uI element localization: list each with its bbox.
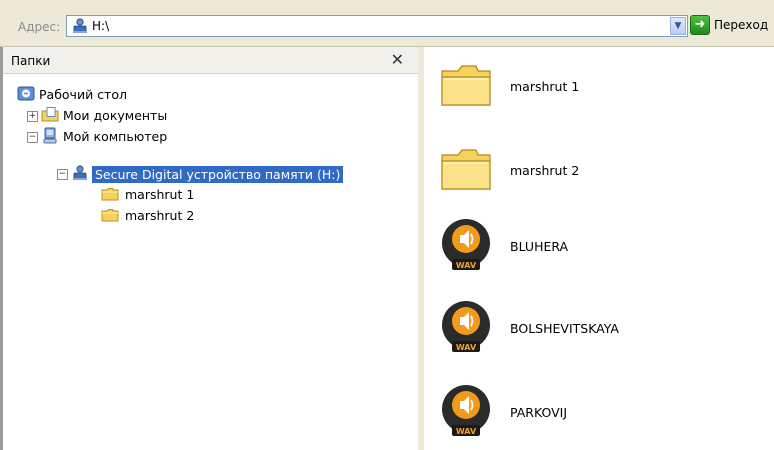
- removable-drive-icon: [73, 18, 87, 33]
- file-item-marshrut-1[interactable]: marshrut 1: [438, 57, 768, 117]
- tree-item-my-documents[interactable]: + Мои документы: [27, 106, 397, 126]
- tree-item-label: Рабочий стол: [39, 87, 127, 102]
- file-name: marshrut 2: [510, 163, 580, 178]
- folder-icon: [441, 65, 491, 106]
- tree-item-label: Secure Digital устройство памяти (H:): [92, 166, 344, 183]
- file-item-marshrut-2[interactable]: marshrut 2: [438, 141, 768, 201]
- tree-item-marshrut-2[interactable]: marshrut 2: [101, 206, 381, 226]
- wav-audio-icon: WAV: [442, 385, 490, 436]
- chevron-down-icon: ▼: [674, 21, 682, 31]
- address-dropdown-button[interactable]: ▼: [670, 17, 686, 35]
- folders-pane: Папки ✕ Рабочий стол + Мои документы − М…: [0, 47, 418, 450]
- file-item-bolshevitskaya[interactable]: WAV BOLSHEVITSKAYA: [438, 299, 768, 359]
- wav-badge: WAV: [456, 427, 477, 436]
- tree-item-my-computer[interactable]: − Мой компьютер: [27, 127, 397, 147]
- address-label: Адрес:: [18, 20, 61, 34]
- file-name: PARKOVIJ: [510, 405, 568, 420]
- address-input[interactable]: H:\ ▼: [66, 15, 688, 37]
- wav-audio-icon: WAV: [442, 219, 490, 270]
- folders-pane-header: Папки ✕: [3, 47, 418, 74]
- wav-audio-icon: WAV: [442, 301, 490, 352]
- folder-icon: [441, 149, 491, 190]
- go-button[interactable]: ➜ Переход: [690, 15, 774, 37]
- folder-icon: [101, 188, 119, 201]
- desktop-icon: [17, 86, 35, 101]
- expand-icon[interactable]: +: [27, 111, 38, 122]
- tree-item-label: Мой компьютер: [63, 129, 168, 144]
- collapse-icon[interactable]: −: [57, 169, 68, 180]
- documents-folder-icon: [41, 107, 59, 122]
- collapse-icon[interactable]: −: [27, 132, 38, 143]
- file-name: marshrut 1: [510, 79, 580, 94]
- tree-item-sd-drive[interactable]: − Secure Digital устройство памяти (H:): [57, 164, 397, 184]
- folder-icon: [101, 209, 119, 222]
- tree-item-desktop[interactable]: Рабочий стол: [17, 85, 397, 105]
- file-name: BOLSHEVITSKAYA: [510, 321, 619, 336]
- files-pane: marshrut 1 marshrut 2 WAV BLUHERA WAV BO…: [424, 47, 774, 450]
- address-path: H:\: [92, 19, 110, 33]
- wav-badge: WAV: [456, 261, 477, 270]
- tree-item-label: Мои документы: [63, 108, 168, 123]
- tree-item-marshrut-1[interactable]: marshrut 1: [101, 185, 381, 205]
- file-item-bluhera[interactable]: WAV BLUHERA: [438, 217, 768, 277]
- tree-item-label: marshrut 1: [125, 187, 195, 202]
- wav-badge: WAV: [456, 343, 477, 352]
- tree-item-label: marshrut 2: [125, 208, 195, 223]
- close-icon[interactable]: ✕: [391, 50, 404, 69]
- file-item-parkovij[interactable]: WAV PARKOVIJ: [438, 383, 768, 443]
- go-label: Переход: [714, 18, 769, 32]
- folders-pane-title: Папки: [11, 54, 51, 68]
- go-arrow-icon: ➜: [690, 15, 710, 35]
- file-name: BLUHERA: [510, 239, 569, 254]
- computer-icon: [43, 127, 57, 144]
- removable-drive-icon: [73, 165, 87, 180]
- address-bar: Адрес: H:\ ▼ ➜ Переход: [0, 0, 774, 47]
